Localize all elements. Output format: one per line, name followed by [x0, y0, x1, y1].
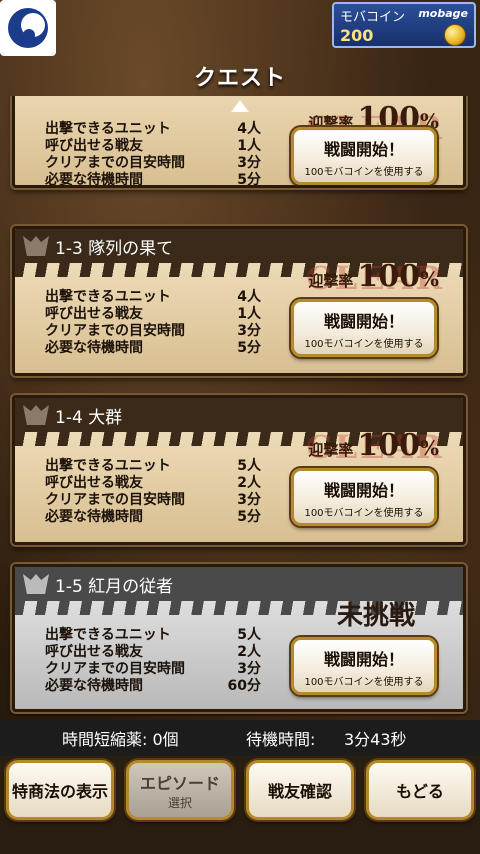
- stat-key: 呼び出せる戦友: [45, 306, 143, 322]
- interception-rate: 迎撃率 100 %: [308, 259, 439, 294]
- stat-value: 2人: [237, 475, 261, 491]
- rate-label: 迎撃率: [308, 272, 354, 290]
- stat-key: 必要な待機時間: [45, 340, 143, 356]
- stat-value: 4人: [237, 121, 261, 137]
- stat-key: 出撃できるユニット: [45, 121, 171, 137]
- start-battle-button[interactable]: 戦闘開始！ 100モバコインを使用する: [291, 468, 437, 526]
- stat-key: クリアまでの目安時間: [45, 155, 185, 171]
- stat-key: クリアまでの目安時間: [45, 661, 185, 677]
- stat-value: 5人: [237, 627, 261, 643]
- stat-key: 出撃できるユニット: [45, 627, 171, 643]
- interception-rate: 迎撃率 100 %: [308, 428, 439, 463]
- friends-check-button[interactable]: 戦友確認: [246, 760, 354, 820]
- stat-value: 3分: [237, 323, 261, 339]
- coin-label: モバコイン: [340, 10, 406, 25]
- mobage-brand: mobage: [418, 7, 468, 20]
- stat-key: 呼び出せる戦友: [45, 138, 143, 154]
- quest-stats: 出撃できるユニット 4人 呼び出せる戦友 1人 クリアまでの目安時間 3分 必要な待機…: [45, 121, 261, 188]
- rate-label: 迎撃率: [308, 441, 354, 459]
- stat-key: 必要な待機時間: [45, 678, 143, 694]
- quest-card: 1-3 隊列の果て CLEAR 迎撃率 100 % 出撃できるユニット 4人 呼び…: [12, 226, 466, 376]
- quest-name: 1-3 隊列の果て: [55, 238, 174, 259]
- quest-stats: 出撃できるユニット 5人 呼び出せる戦友 2人 クリアまでの目安時間 3分 必要な待機…: [45, 627, 261, 695]
- coin-value: 200: [340, 26, 374, 45]
- top-bar: モバコイン mobage 200: [0, 0, 480, 56]
- battle-button-label: 戦闘開始！: [323, 650, 404, 669]
- rank-emblem-icon: [23, 405, 49, 425]
- mobacoin-balance[interactable]: モバコイン mobage 200: [332, 2, 476, 48]
- status-bar: 時間短縮薬: 0個 待機時間: 3分43秒: [0, 720, 480, 756]
- friends-check-label: 戦友確認: [267, 782, 332, 801]
- stat-key: 必要な待機時間: [45, 172, 143, 188]
- stat-key: 出撃できるユニット: [45, 458, 171, 474]
- battle-button-sublabel: 100モバコインを使用する: [304, 339, 424, 350]
- rate-percent: %: [419, 267, 439, 291]
- stat-key: 呼び出せる戦友: [45, 475, 143, 491]
- quest-stats: 出撃できるユニット 5人 呼び出せる戦友 2人 クリアまでの目安時間 3分 必要な待機…: [45, 458, 261, 526]
- battle-button-label: 戦闘開始！: [323, 481, 404, 500]
- stat-value: 5人: [237, 458, 261, 474]
- rank-emblem-icon: [23, 236, 49, 256]
- battle-button-label: 戦闘開始！: [323, 312, 404, 331]
- stat-value: 2人: [237, 644, 261, 660]
- back-label: もどる: [396, 782, 444, 801]
- battle-button-sublabel: 100モバコインを使用する: [304, 508, 424, 519]
- quest-card: 1-4 大群 CLEAR 迎撃率 100 % 出撃できるユニット 5人 呼び出せる…: [12, 395, 466, 545]
- scroll-up-arrow-icon[interactable]: [231, 100, 249, 112]
- stat-value: 5分: [237, 172, 261, 188]
- stat-value: 1人: [237, 306, 261, 322]
- back-button[interactable]: もどる: [366, 760, 474, 820]
- start-battle-button[interactable]: 戦闘開始！ 100モバコインを使用する: [291, 299, 437, 357]
- coin-icon: [444, 24, 466, 46]
- stat-value: 5分: [237, 340, 261, 356]
- stat-value: 3分: [237, 661, 261, 677]
- quest-list[interactable]: CLEAR 迎撃率 100 % 出撃できるユニット4人 呼び出せる戦友1人 クリ…: [0, 96, 480, 716]
- rate-value: 100: [357, 428, 420, 463]
- rate-value: 100: [357, 259, 420, 294]
- page-title: クエスト: [193, 66, 286, 91]
- battle-button-sublabel: 100モバコインを使用する: [304, 167, 424, 178]
- stat-key: 出撃できるユニット: [45, 289, 171, 305]
- quest-header: 1-4 大群: [15, 398, 463, 432]
- legal-notice-label: 特商法の表示: [11, 782, 108, 801]
- stat-value: 1人: [237, 138, 261, 154]
- app-logo-icon[interactable]: [0, 0, 56, 56]
- stat-value: 3分: [237, 492, 261, 508]
- stat-key: クリアまでの目安時間: [45, 492, 185, 508]
- episode-select-label: エピソード: [139, 773, 220, 793]
- battle-button-label: 戦闘開始！: [323, 140, 404, 159]
- wait-time-value: 3分43秒: [344, 730, 407, 749]
- quest-stats: 出撃できるユニット 4人 呼び出せる戦友 1人 クリアまでの目安時間 3分 必要な待機…: [45, 289, 261, 357]
- stat-value: 60分: [227, 678, 261, 694]
- legal-notice-button[interactable]: 特商法の表示: [6, 760, 114, 820]
- episode-select-sublabel: 選択: [167, 795, 192, 810]
- quest-card: 1-5 紅月の従者 未挑戦 出撃できるユニット 5人 呼び出せる戦友 2人 クリアま…: [12, 564, 466, 712]
- stat-key: 呼び出せる戦友: [45, 644, 143, 660]
- battle-button-sublabel: 100モバコインを使用する: [304, 677, 424, 688]
- quest-name: 1-4 大群: [55, 407, 123, 428]
- wait-time-label: 待機時間:: [246, 730, 316, 749]
- time-shortcut-count: 時間短縮薬: 0個: [62, 730, 179, 749]
- stat-value: 5分: [237, 509, 261, 525]
- episode-select-button[interactable]: エピソード 選択: [126, 760, 234, 820]
- rate-percent: %: [419, 436, 439, 460]
- stat-key: クリアまでの目安時間: [45, 323, 185, 339]
- quest-name: 1-5 紅月の従者: [55, 576, 174, 597]
- quest-header: 1-3 隊列の果て: [15, 229, 463, 263]
- rank-emblem-icon: [23, 574, 49, 594]
- stat-key: 必要な待機時間: [45, 509, 143, 525]
- stat-value: 4人: [237, 289, 261, 305]
- start-battle-button[interactable]: 戦闘開始！ 100モバコインを使用する: [291, 637, 437, 695]
- start-battle-button[interactable]: 戦闘開始！ 100モバコインを使用する: [291, 127, 437, 185]
- bottom-nav: 特商法の表示 エピソード 選択 戦友確認 もどる: [0, 756, 480, 854]
- unplayed-status: 未挑戦: [336, 601, 415, 631]
- stat-value: 3分: [237, 155, 261, 171]
